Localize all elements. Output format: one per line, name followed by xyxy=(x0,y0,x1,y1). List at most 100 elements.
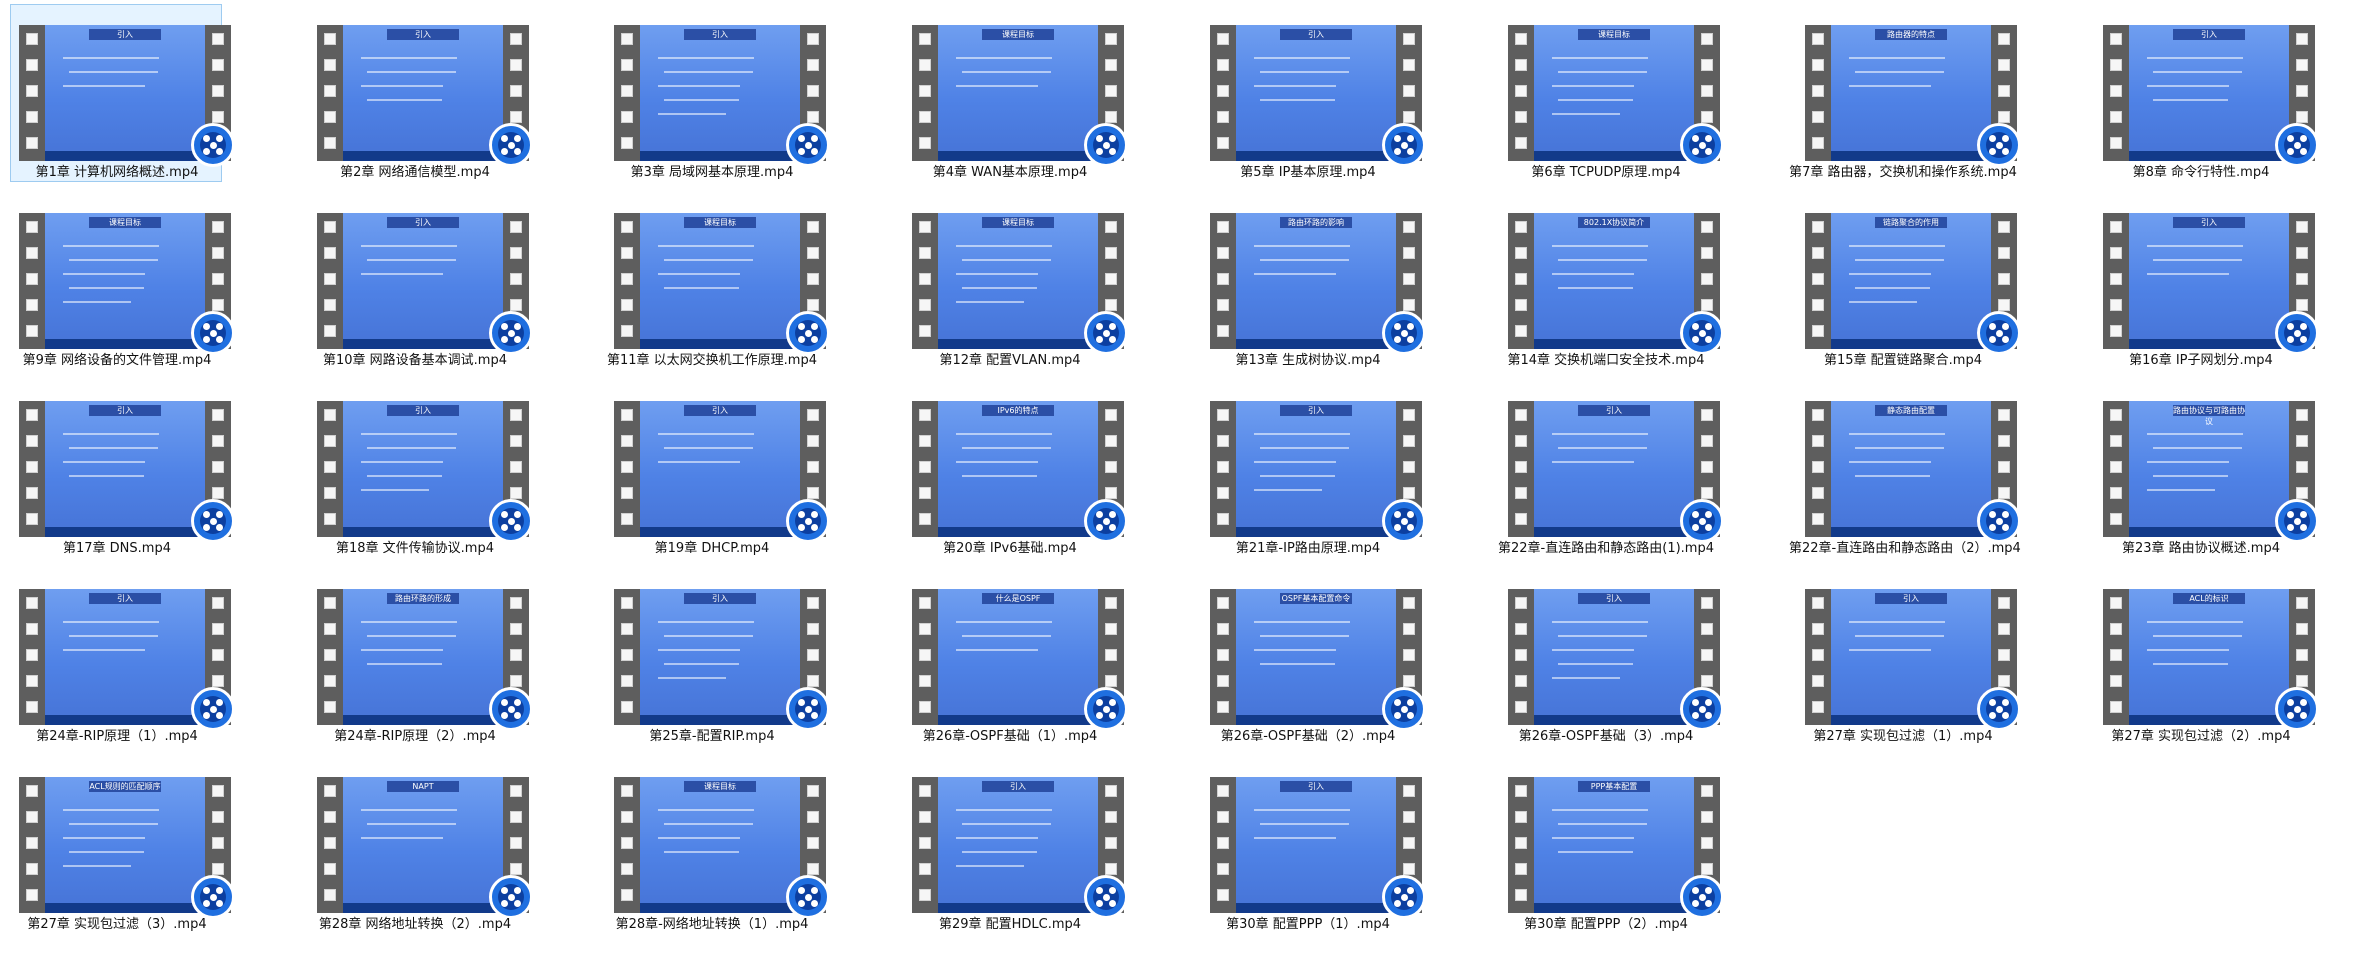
video-thumbnail[interactable]: 引入 xyxy=(317,213,533,355)
film-hole xyxy=(324,863,336,875)
film-reel-icon xyxy=(498,696,524,722)
video-file-item[interactable]: 引入 第5章 IP基本原理.mp4 xyxy=(1201,4,1426,182)
video-file-item[interactable]: 802.1X协议简介 第14章 交换机端口安全技术.mp4 xyxy=(1499,192,1724,370)
video-file-item[interactable]: 引入 第2章 网络通信模型.mp4 xyxy=(308,4,533,182)
video-thumbnail[interactable]: 课程目标 xyxy=(1508,25,1724,167)
film-strip-left xyxy=(317,777,343,913)
video-file-item[interactable]: 引入 第21章-IP路由原理.mp4 xyxy=(1201,380,1426,558)
film-hole xyxy=(1105,837,1117,849)
video-thumbnail[interactable]: 引入 xyxy=(1805,589,2021,731)
reel-dot xyxy=(216,148,223,155)
reel-dot xyxy=(203,511,210,518)
video-file-item[interactable]: 课程目标 第11章 以太网交换机工作原理.mp4 xyxy=(605,192,830,370)
video-thumbnail[interactable]: NAPT xyxy=(317,777,533,919)
slide-preview: ACL规则的匹配顺序 xyxy=(45,777,205,913)
video-file-item[interactable]: 课程目标 第9章 网络设备的文件管理.mp4 xyxy=(10,192,235,370)
video-file-item[interactable]: 引入 第19章 DHCP.mp4 xyxy=(605,380,830,558)
video-file-item[interactable]: 路由环路的形成 第24章-RIP原理（2）.mp4 xyxy=(308,568,533,746)
video-thumbnail[interactable]: 路由器的特点 xyxy=(1805,25,2021,167)
video-thumbnail[interactable]: OSPF基本配置命令 xyxy=(1210,589,1426,731)
video-thumbnail[interactable]: 课程目标 xyxy=(614,213,830,355)
video-thumbnail[interactable]: 引入 xyxy=(614,25,830,167)
video-file-item[interactable]: 引入 第26章-OSPF基础（3）.mp4 xyxy=(1499,568,1724,746)
film-hole xyxy=(26,785,38,797)
file-name: 第21章-IP路由原理.mp4 xyxy=(1235,541,1381,556)
file-name: 第26章-OSPF基础（3）.mp4 xyxy=(1518,729,1694,744)
video-thumbnail[interactable]: 引入 xyxy=(19,589,235,731)
video-thumbnail[interactable]: 引入 xyxy=(1210,401,1426,543)
film-hole xyxy=(26,111,38,123)
video-file-item[interactable]: 引入 第16章 IP子网划分.mp4 xyxy=(2094,192,2319,370)
film-reel-icon xyxy=(498,508,524,534)
video-file-item[interactable]: 引入 第22章-直连路由和静态路由(1).mp4 xyxy=(1498,380,1724,558)
video-thumbnail[interactable]: 路由环路的形成 xyxy=(317,589,533,731)
video-file-item[interactable]: 课程目标 第6章 TCPUDP原理.mp4 xyxy=(1499,4,1724,182)
video-thumbnail[interactable]: 路由环路的影响 xyxy=(1210,213,1426,355)
video-thumbnail[interactable]: 引入 xyxy=(1508,401,1724,543)
film-hole xyxy=(212,461,224,473)
video-file-item[interactable]: 静态路由配置 第22章-直连路由和静态路由（2）.mp4 xyxy=(1789,380,2021,558)
video-thumbnail[interactable]: 引入 xyxy=(2103,25,2319,167)
video-file-item[interactable]: 课程目标 第4章 WAN基本原理.mp4 xyxy=(903,4,1128,182)
video-file-item[interactable]: 引入 第18章 文件传输协议.mp4 xyxy=(308,380,533,558)
video-file-item[interactable]: 引入 第8章 命令行特性.mp4 xyxy=(2094,4,2319,182)
film-reel-icon xyxy=(1391,132,1417,158)
video-file-item[interactable]: 路由协议与可路由协议 第23章 路由协议概述.mp4 xyxy=(2094,380,2319,558)
video-thumbnail[interactable]: 课程目标 xyxy=(19,213,235,355)
video-thumbnail[interactable]: PPP基本配置 xyxy=(1508,777,1724,919)
video-file-item[interactable]: NAPT 第28章 网络地址转换（2）.mp4 xyxy=(308,756,533,934)
video-file-item[interactable]: OSPF基本配置命令 第26章-OSPF基础（2）.mp4 xyxy=(1201,568,1426,746)
video-file-item[interactable]: 引入 第24章-RIP原理（1）.mp4 xyxy=(10,568,235,746)
video-file-item[interactable]: 路由环路的影响 第13章 生成树协议.mp4 xyxy=(1201,192,1426,370)
video-file-item[interactable]: 引入 第25章-配置RIP.mp4 xyxy=(605,568,830,746)
video-thumbnail[interactable]: ACL规则的匹配顺序 xyxy=(19,777,235,919)
video-thumbnail[interactable]: 课程目标 xyxy=(912,213,1128,355)
slide-footer xyxy=(45,527,205,537)
reel-dot xyxy=(1400,329,1408,337)
video-thumbnail[interactable]: 引入 xyxy=(1210,25,1426,167)
video-thumbnail[interactable]: 引入 xyxy=(1508,589,1724,731)
video-file-item[interactable]: 链路聚合的作用 第15章 配置链路聚合.mp4 xyxy=(1796,192,2021,370)
video-thumbnail[interactable]: ACL的标识 xyxy=(2103,589,2319,731)
video-thumbnail[interactable]: 引入 xyxy=(614,589,830,731)
reel-dot xyxy=(1698,517,1706,525)
video-file-item[interactable]: 路由器的特点 第7章 路由器，交换机和操作系统.mp4 xyxy=(1789,4,2021,182)
video-file-item[interactable]: ACL的标识 第27章 实现包过滤（2）.mp4 xyxy=(2094,568,2319,746)
reel-dot xyxy=(209,705,217,713)
video-file-item[interactable]: 课程目标 第28章-网络地址转换（1）.mp4 xyxy=(605,756,830,934)
video-thumbnail[interactable]: IPv6的特点 xyxy=(912,401,1128,543)
video-thumbnail[interactable]: 引入 xyxy=(19,25,235,167)
video-thumbnail[interactable]: 802.1X协议简介 xyxy=(1508,213,1724,355)
video-file-item[interactable]: 引入 第29章 配置HDLC.mp4 xyxy=(903,756,1128,934)
video-file-item[interactable]: 引入 第17章 DNS.mp4 xyxy=(10,380,235,558)
video-thumbnail[interactable]: 引入 xyxy=(614,401,830,543)
film-hole xyxy=(919,435,931,447)
video-file-item[interactable]: 引入 第30章 配置PPP（1）.mp4 xyxy=(1201,756,1426,934)
video-file-item[interactable]: ACL规则的匹配顺序 第27章 实现包过滤（3）.mp4 xyxy=(10,756,235,934)
film-hole xyxy=(510,785,522,797)
film-hole xyxy=(919,461,931,473)
video-file-item[interactable]: 引入 第1章 计算机网络概述.mp4 xyxy=(10,4,235,182)
film-hole xyxy=(919,623,931,635)
video-thumbnail[interactable]: 课程目标 xyxy=(614,777,830,919)
video-thumbnail[interactable]: 引入 xyxy=(912,777,1128,919)
video-thumbnail[interactable]: 引入 xyxy=(19,401,235,543)
video-file-item[interactable]: IPv6的特点 第20章 IPv6基础.mp4 xyxy=(903,380,1128,558)
video-thumbnail[interactable]: 引入 xyxy=(317,25,533,167)
video-thumbnail[interactable]: 引入 xyxy=(2103,213,2319,355)
video-file-item[interactable]: 引入 第10章 网路设备基本调试.mp4 xyxy=(308,192,533,370)
video-thumbnail[interactable]: 引入 xyxy=(317,401,533,543)
video-file-item[interactable]: 课程目标 第12章 配置VLAN.mp4 xyxy=(903,192,1128,370)
video-thumbnail[interactable]: 链路聚合的作用 xyxy=(1805,213,2021,355)
video-file-item[interactable]: 引入 第3章 局域网基本原理.mp4 xyxy=(605,4,830,182)
video-thumbnail[interactable]: 静态路由配置 xyxy=(1805,401,2021,543)
video-file-item[interactable]: 什么是OSPF 第26章-OSPF基础（1）.mp4 xyxy=(903,568,1128,746)
video-thumbnail[interactable]: 路由协议与可路由协议 xyxy=(2103,401,2319,543)
video-file-item[interactable]: PPP基本配置 第30章 配置PPP（2）.mp4 xyxy=(1499,756,1724,934)
video-file-item[interactable]: 引入 第27章 实现包过滤（1）.mp4 xyxy=(1796,568,2021,746)
video-thumbnail[interactable]: 课程目标 xyxy=(912,25,1128,167)
slide-preview: 802.1X协议简介 xyxy=(1534,213,1694,349)
video-thumbnail[interactable]: 什么是OSPF xyxy=(912,589,1128,731)
film-hole xyxy=(2296,597,2308,609)
video-thumbnail[interactable]: 引入 xyxy=(1210,777,1426,919)
